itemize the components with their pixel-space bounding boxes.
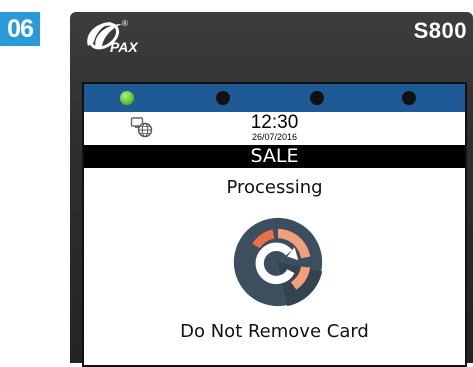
transaction-type-bar: SALE [84, 145, 465, 168]
led-indicator-bar [84, 84, 465, 112]
clock-date: 26/07/2016 [251, 132, 298, 142]
card-instruction: Do Not Remove Card [180, 321, 369, 342]
payment-terminal: ® PAX S800 12:30 26/07/2016 SALE Process… [70, 12, 473, 367]
led-indicator [402, 91, 416, 105]
pax-logo: ® PAX [87, 19, 139, 55]
terminal-screen: 12:30 26/07/2016 SALE Processing Do Not … [82, 82, 467, 367]
clock-time: 12:30 [250, 112, 299, 133]
registered-mark: ® [122, 19, 128, 28]
model-name: S800 [413, 18, 467, 43]
led-indicator-green [120, 91, 134, 105]
step-number-badge: 06 [0, 12, 40, 46]
status-row: 12:30 26/07/2016 [84, 112, 465, 145]
processing-message: Processing [226, 177, 323, 198]
led-indicator [310, 91, 324, 105]
led-indicator [216, 91, 230, 105]
terminal-brand-bar: ® PAX S800 [70, 12, 473, 70]
processing-spinner-icon [233, 217, 323, 307]
brand-name: PAX [110, 39, 139, 55]
